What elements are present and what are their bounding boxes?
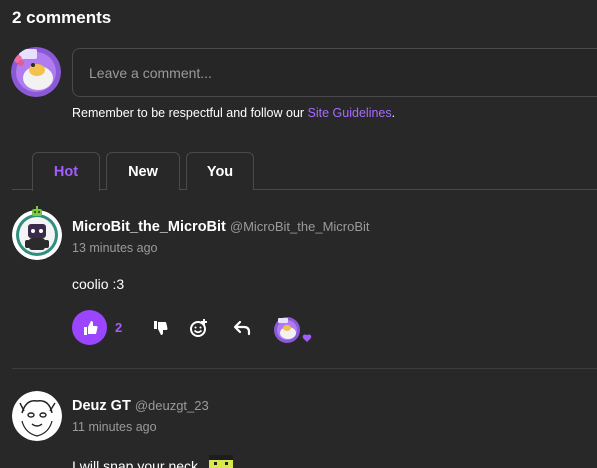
- add-reaction-icon: [190, 319, 207, 337]
- tab-you[interactable]: You: [186, 152, 254, 190]
- comment-author-name[interactable]: Deuz GT: [72, 398, 131, 414]
- comment-author-handle[interactable]: @deuzgt_23: [135, 398, 209, 413]
- guideline-prefix: Remember to be respectful and follow our: [72, 106, 308, 120]
- tab-new[interactable]: New: [106, 152, 180, 190]
- comment-author-avatar[interactable]: [12, 391, 62, 441]
- like-count: 2: [115, 320, 123, 335]
- comment-author-line: MicroBit_the_MicroBit @MicroBit_the_Micro…: [72, 219, 370, 235]
- comment-author-handle[interactable]: @MicroBit_the_MicroBit: [230, 219, 370, 234]
- add-reaction-button[interactable]: [187, 316, 211, 340]
- comment-input[interactable]: [72, 48, 597, 97]
- comments-count-title: 2 comments: [12, 8, 112, 27]
- reaction-summary[interactable]: [273, 316, 313, 344]
- comment-text: I will snap your neck.: [72, 458, 202, 468]
- duck-avatar-image: [11, 47, 61, 97]
- reply-icon: [233, 320, 251, 336]
- reply-button[interactable]: [230, 316, 254, 340]
- comment-timestamp[interactable]: 11 minutes ago: [72, 420, 157, 434]
- thumbs-up-icon: [83, 320, 98, 335]
- like-button[interactable]: [72, 310, 107, 345]
- comment-text: coolio :3: [72, 276, 125, 292]
- microbit-avatar-image: [12, 210, 62, 260]
- comment-author-name[interactable]: MicroBit_the_MicroBit: [72, 219, 226, 235]
- guideline-suffix: .: [391, 106, 396, 120]
- comment-author-line: Deuz GT @deuzgt_23: [72, 398, 209, 414]
- site-guidelines-link[interactable]: Site Guidelines: [308, 106, 392, 120]
- android-badge-icon: [32, 206, 42, 216]
- comment-timestamp[interactable]: 13 minutes ago: [72, 241, 157, 255]
- thumbs-down-icon: [154, 321, 168, 335]
- tab-hot[interactable]: Hot: [32, 152, 100, 191]
- sketch-avatar-image: [12, 391, 62, 441]
- comment-author-avatar[interactable]: [12, 210, 62, 260]
- dislike-button[interactable]: [148, 316, 172, 340]
- current-user-avatar[interactable]: [11, 47, 61, 97]
- heart-icon: [301, 332, 313, 344]
- comment-divider: [12, 368, 597, 369]
- guideline-notice: Remember to be respectful and follow our…: [72, 106, 395, 120]
- reactor-avatar: [274, 317, 300, 343]
- emoji-icon: [208, 455, 233, 468]
- comment-text-line: I will snap your neck.: [72, 455, 233, 468]
